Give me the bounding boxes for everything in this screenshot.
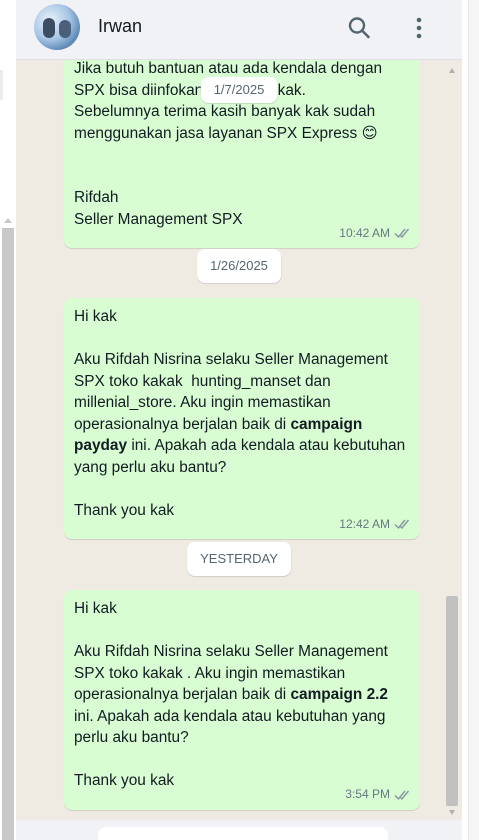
message-time: 3:54 PM bbox=[345, 787, 390, 801]
message-line bbox=[74, 166, 410, 188]
message-line: SPX toko kakak hunting_manset dan bbox=[74, 371, 410, 393]
search-icon[interactable] bbox=[346, 15, 372, 41]
scroll-up-arrow[interactable] bbox=[449, 68, 455, 73]
message-line: Aku Rifdah Nisrina selaku Seller Managem… bbox=[74, 641, 410, 663]
message-line: Hi kak bbox=[74, 598, 410, 620]
bold-text: campaign 2.2 bbox=[290, 686, 388, 703]
message-line: perlu aku bantu? bbox=[74, 727, 410, 749]
text-span: millenial_store. Aku ingin memastikan bbox=[74, 394, 331, 411]
message-meta: 3:54 PM bbox=[345, 784, 412, 806]
message-line: millenial_store. Aku ingin memastikan bbox=[74, 392, 410, 414]
text-span: yang perlu aku bantu? bbox=[74, 458, 227, 476]
chat-header[interactable]: Irwan bbox=[16, 0, 462, 60]
date-chip: YESTERDAY bbox=[187, 542, 291, 576]
chat-panel: Irwan 1/7/2025 Jika butuh bantuan atau a… bbox=[16, 0, 462, 840]
text-span: Jika butuh bantuan atau ada kendala deng… bbox=[74, 60, 383, 77]
message-line: Aku Rifdah Nisrina selaku Seller Managem… bbox=[74, 349, 410, 371]
text-span: Thank you kak bbox=[74, 501, 175, 519]
date-chip: 1/26/2025 bbox=[197, 249, 281, 283]
message-line: Rifdah bbox=[74, 187, 410, 209]
contact-avatar[interactable] bbox=[34, 4, 80, 50]
message-line: SPX toko kakak . Aku ingin memastikan bbox=[74, 663, 410, 685]
read-receipt-icon bbox=[394, 519, 410, 530]
contact-name[interactable]: Irwan bbox=[98, 16, 142, 37]
message-line bbox=[74, 749, 410, 771]
message-meta: 12:42 AM bbox=[339, 514, 412, 536]
text-span: Aku Rifdah Nisrina selaku Seller Managem… bbox=[74, 351, 388, 368]
read-receipt-icon bbox=[394, 228, 410, 239]
text-span: SPX toko kakak hunting_manset dan bbox=[74, 372, 331, 390]
avatar-figure-left bbox=[43, 18, 55, 38]
text-span: Sebelumnya terima kasih banyak kak sudah bbox=[74, 103, 376, 120]
read-receipt-icon bbox=[394, 790, 410, 800]
message-line bbox=[74, 144, 410, 166]
text-span: Thank you kak bbox=[74, 772, 175, 789]
text-span: ini. Apakah ada kendala atau kebutuhan y… bbox=[74, 707, 386, 725]
text-span: operasionalnya berjalan baik di bbox=[74, 415, 291, 433]
avatar-figure-right bbox=[59, 20, 71, 38]
text-span: Rifdah bbox=[74, 189, 119, 206]
right-scrollbar[interactable] bbox=[468, 0, 479, 840]
text-span: Hi kak bbox=[74, 600, 117, 617]
message-line: yang perlu aku bantu? bbox=[74, 457, 410, 479]
message-line: operasionalnya berjalan baik di campaign bbox=[74, 414, 410, 436]
bold-text: payday bbox=[74, 437, 128, 454]
message-meta: 10:42 AM bbox=[339, 223, 412, 245]
chat-scrollbar-thumb[interactable] bbox=[446, 596, 458, 806]
text-span: Hi kak bbox=[74, 308, 117, 325]
message-line: menggunakan jasa layanan SPX Express 😊 bbox=[74, 123, 410, 145]
message-text: Hi kak Aku Rifdah Nisrina selaku Seller M… bbox=[74, 598, 410, 792]
bold-text: campaign bbox=[290, 415, 363, 433]
left-scrollbar[interactable] bbox=[2, 228, 14, 840]
scroll-down-arrow[interactable] bbox=[449, 810, 455, 815]
message-line: operasionalnya berjalan baik di campaign… bbox=[74, 684, 410, 706]
more-vertical-icon[interactable] bbox=[406, 15, 432, 41]
text-span: Seller Management SPX bbox=[74, 210, 243, 228]
left-scroll-arrow[interactable] bbox=[4, 218, 12, 223]
left-edge-tab bbox=[0, 70, 3, 100]
message-text: Hi kak Aku Rifdah Nisrina selaku Seller M… bbox=[74, 306, 410, 521]
right-window-edge bbox=[462, 0, 479, 840]
message-line: Sebelumnya terima kasih banyak kak sudah bbox=[74, 101, 410, 123]
message-line bbox=[74, 620, 410, 642]
message-input[interactable] bbox=[98, 827, 388, 840]
message-time: 12:42 AM bbox=[339, 516, 390, 531]
message-line bbox=[74, 328, 410, 350]
message-composer bbox=[16, 820, 462, 840]
text-span: perlu aku bantu? bbox=[74, 729, 189, 746]
outgoing-message[interactable]: Hi kak Aku Rifdah Nisrina selaku Seller M… bbox=[64, 590, 420, 810]
text-span: ini. Apakah ada kendala atau kebutuhan bbox=[127, 437, 406, 454]
message-time: 10:42 AM bbox=[339, 225, 390, 240]
message-line: ini. Apakah ada kendala atau kebutuhan y… bbox=[74, 706, 410, 728]
message-line: payday ini. Apakah ada kendala atau kebu… bbox=[74, 435, 410, 457]
text-span: SPX toko kakak . Aku ingin memastikan bbox=[74, 664, 346, 682]
sticky-date-chip: 1/7/2025 bbox=[200, 77, 278, 103]
text-span: menggunakan jasa layanan SPX Express 😊 bbox=[74, 124, 378, 142]
outgoing-message[interactable]: Hi kak Aku Rifdah Nisrina selaku Seller M… bbox=[64, 298, 420, 539]
message-line bbox=[74, 478, 410, 500]
text-span: operasionalnya berjalan baik di bbox=[74, 686, 291, 703]
left-window-edge bbox=[0, 0, 16, 840]
text-span: Aku Rifdah Nisrina selaku Seller Managem… bbox=[74, 643, 388, 660]
message-line: Hi kak bbox=[74, 306, 410, 328]
